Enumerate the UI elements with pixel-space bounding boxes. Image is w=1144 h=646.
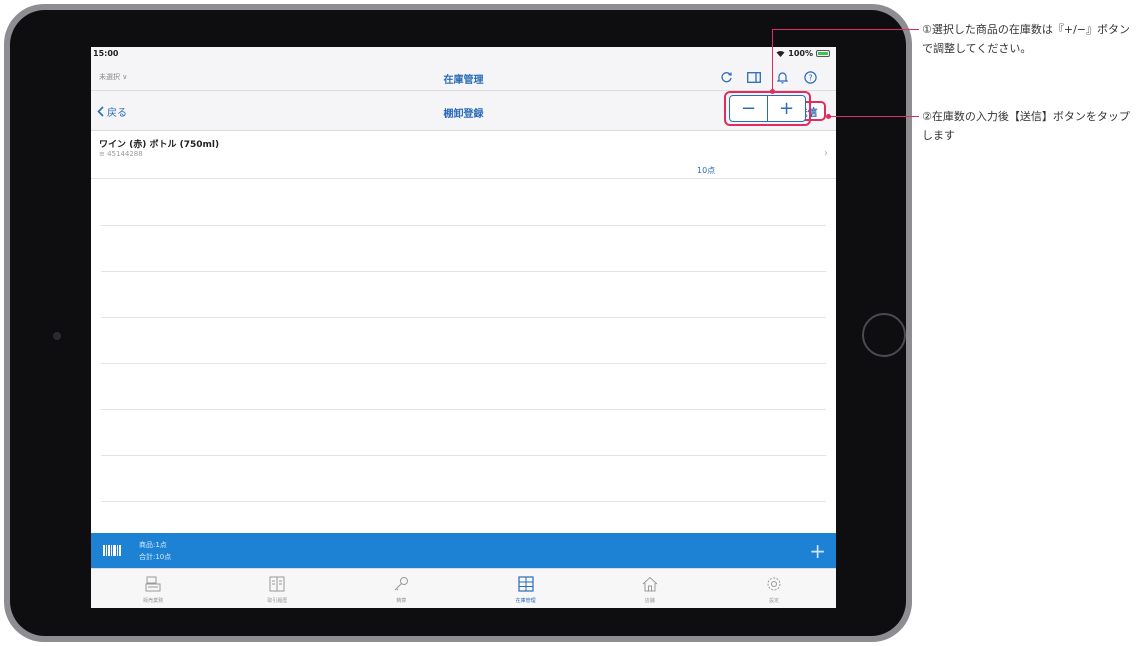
callout-note-2: ②在庫数の入力後【送信】ボタンをタップします xyxy=(922,110,1130,142)
summary-bar: 商品:1点 合計:10点 + xyxy=(91,533,836,568)
bell-icon[interactable] xyxy=(774,69,790,85)
tab-inventory[interactable]: 在庫管理 xyxy=(464,569,588,608)
callout-dot xyxy=(770,89,775,94)
front-camera xyxy=(53,332,61,340)
ledger-icon xyxy=(267,574,287,594)
app-header: 未選択 ∨ 在庫管理 ? xyxy=(91,63,836,91)
tab-label: 設定 xyxy=(768,598,779,604)
tab-sales[interactable]: 販売業務 xyxy=(91,569,215,608)
home-button[interactable] xyxy=(862,313,906,357)
tab-label: 販売業務 xyxy=(143,598,164,604)
tab-label: 在庫管理 xyxy=(515,598,536,604)
summary-products: 商品:1点 xyxy=(139,541,167,549)
quantity-stepper[interactable]: − + xyxy=(729,95,806,122)
list-divider xyxy=(101,501,826,502)
battery-percent: 100% xyxy=(788,49,813,58)
list-divider xyxy=(101,409,826,410)
help-icon[interactable]: ? xyxy=(802,69,818,85)
tab-settlement[interactable]: 精算 xyxy=(339,569,463,608)
item-code: ≡ 45144288 xyxy=(99,150,143,158)
status-time: 15:00 xyxy=(93,49,119,58)
callout-note-1: ①選択した商品の在庫数は『+/−』ボタンで調整してください。 xyxy=(922,23,1130,55)
home-icon xyxy=(640,574,660,594)
status-bar: 15:00 100% xyxy=(91,47,836,63)
increment-button[interactable]: + xyxy=(768,96,805,121)
barcode-icon[interactable] xyxy=(103,545,121,556)
summary-total: 合計:10点 xyxy=(139,553,172,561)
inventory-icon xyxy=(516,574,536,594)
item-name: ワイン (赤) ボトル (750ml) xyxy=(99,140,220,150)
chevron-right-icon: › xyxy=(824,148,828,159)
tab-label: 店舗 xyxy=(644,598,655,604)
battery-icon xyxy=(816,50,830,57)
callout-leader xyxy=(772,29,919,30)
add-item-button[interactable]: + xyxy=(809,539,826,563)
key-icon xyxy=(391,574,411,594)
sync-icon[interactable] xyxy=(718,69,734,85)
tab-settings[interactable]: 設定 xyxy=(712,569,836,608)
tab-history[interactable]: 取引履歴 xyxy=(215,569,339,608)
wifi-icon xyxy=(776,50,785,57)
list-item[interactable]: ワイン (赤) ボトル (750ml) ≡ 45144288 10点 › xyxy=(91,131,836,179)
list-divider xyxy=(101,363,826,364)
list-divider xyxy=(101,225,826,226)
register-icon xyxy=(143,574,163,594)
gear-icon xyxy=(764,574,784,594)
callout-dot xyxy=(826,114,831,119)
callout-leader xyxy=(772,29,773,92)
split-view-icon[interactable] xyxy=(746,69,762,85)
svg-text:?: ? xyxy=(808,73,812,82)
tab-store[interactable]: 店舗 xyxy=(588,569,712,608)
tab-bar: 販売業務 取引履歴 精算 在庫管理 店舗 設定 xyxy=(91,568,836,608)
app-screen: 15:00 100% 未選択 ∨ 在庫管理 ? 戻る 棚卸登録 送信 ワイン (… xyxy=(91,47,836,608)
item-quantity: 10点 xyxy=(697,166,716,175)
list-divider xyxy=(101,455,826,456)
list-divider xyxy=(101,271,826,272)
tab-label: 精算 xyxy=(396,598,407,604)
callout-leader xyxy=(829,116,919,117)
list-divider xyxy=(101,317,826,318)
tab-label: 取引履歴 xyxy=(267,598,288,604)
decrement-button[interactable]: − xyxy=(730,96,767,121)
